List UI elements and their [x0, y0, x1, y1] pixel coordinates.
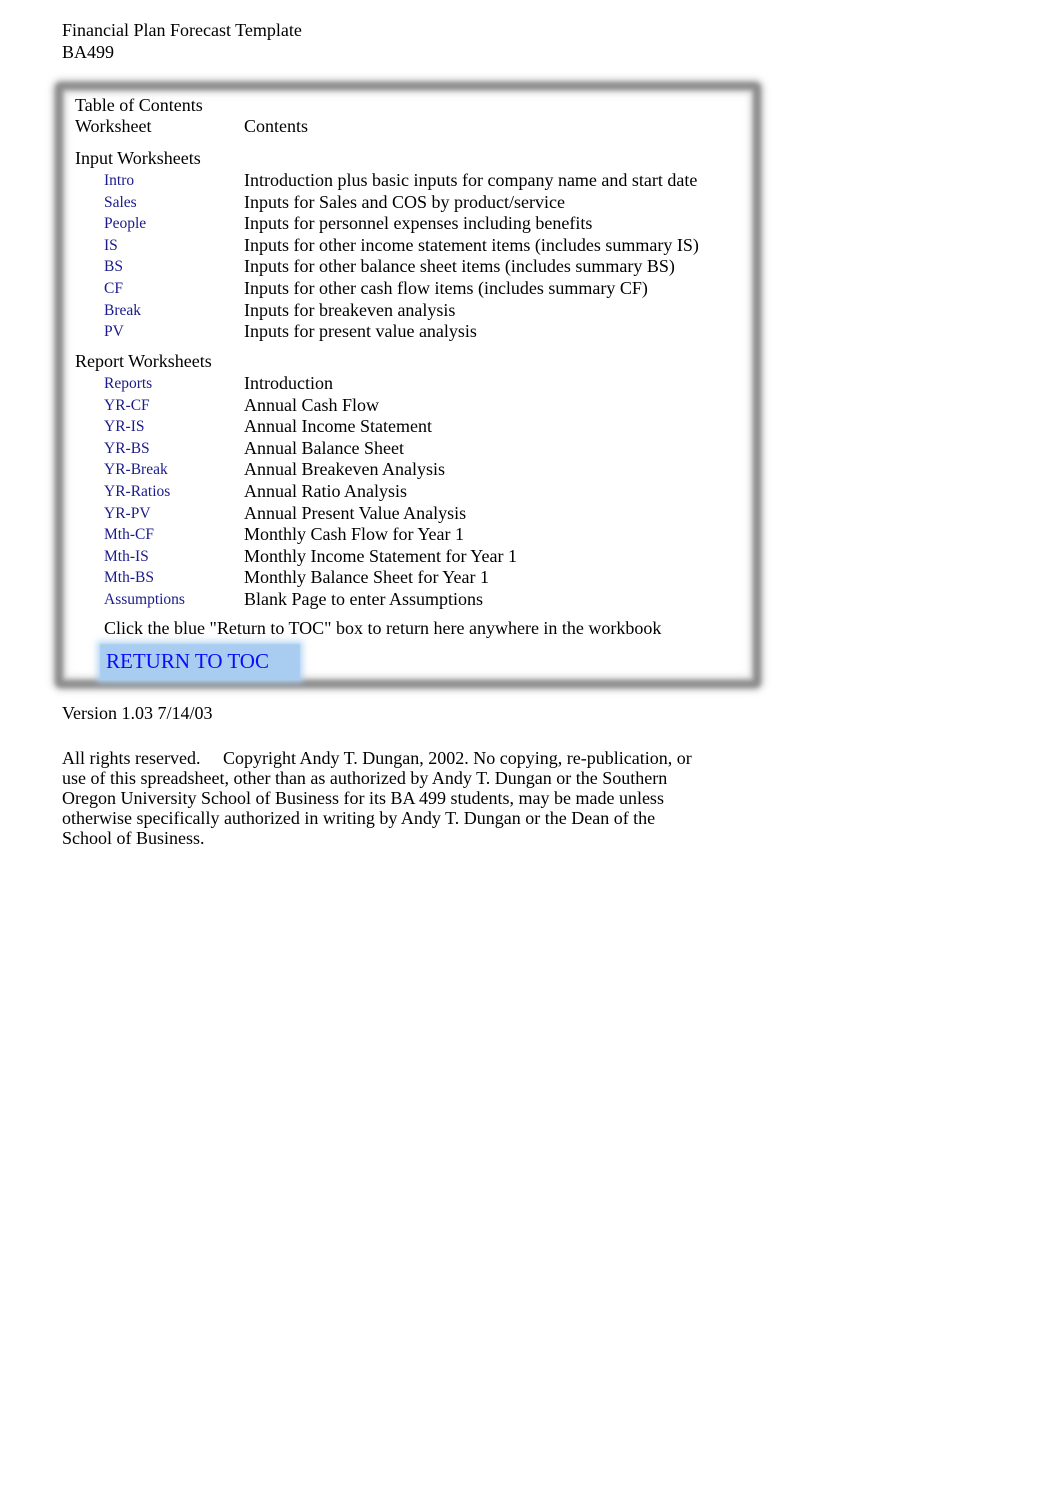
- worksheet-description: Inputs for Sales and COS by product/serv…: [244, 191, 565, 212]
- worksheet-description: Inputs for present value analysis: [244, 321, 477, 342]
- worksheet-description: Monthly Balance Sheet for Year 1: [244, 567, 489, 588]
- worksheet-description: Annual Cash Flow: [244, 394, 379, 415]
- worksheet-description: Annual Income Statement: [244, 416, 432, 437]
- worksheet-link-bs[interactable]: BS: [100, 257, 137, 282]
- worksheet-link-mth-cf[interactable]: Mth-CF: [100, 525, 168, 550]
- worksheet-link-sales[interactable]: Sales: [100, 192, 151, 217]
- worksheet-description: Annual Balance Sheet: [244, 437, 404, 458]
- worksheet-description: Blank Page to enter Assumptions: [244, 589, 483, 609]
- worksheet-link-assumptions[interactable]: Assumptions: [100, 590, 199, 614]
- worksheet-description: Introduction plus basic inputs for compa…: [244, 170, 698, 190]
- worksheet-link-yr-cf[interactable]: YR-CF: [100, 395, 164, 420]
- worksheet-description: Inputs for other balance sheet items (in…: [244, 256, 675, 277]
- worksheet-link-break[interactable]: Break: [99, 300, 156, 325]
- worksheet-link-yr-ratios[interactable]: YR-Ratios: [99, 482, 185, 506]
- return-instruction: Click the blue "Return to TOC" box to re…: [104, 618, 662, 638]
- worksheet-link-yr-pv[interactable]: YR-PV: [100, 503, 164, 528]
- worksheet-description: Annual Present Value Analysis: [244, 502, 467, 523]
- worksheet-link-mth-bs[interactable]: Mth-BS: [100, 568, 168, 593]
- worksheet-description: Inputs for personnel expenses including …: [244, 213, 593, 234]
- version-text: Version 1.03 7/14/03: [62, 703, 213, 723]
- worksheet-description: Annual Ratio Analysis: [244, 481, 407, 501]
- copyright-notice: All rights reserved. Copyright Andy T. D…: [62, 748, 697, 848]
- worksheet-description: Inputs for other cash flow items (includ…: [244, 278, 648, 298]
- worksheet-link-people[interactable]: People: [99, 214, 161, 239]
- column-header-worksheet: Worksheet: [75, 116, 152, 136]
- column-header-contents: Contents: [244, 116, 309, 136]
- worksheet-description: Monthly Income Statement for Year 1: [244, 545, 517, 566]
- section-label-report: Report Worksheets: [75, 351, 212, 371]
- worksheet-link-is[interactable]: IS: [100, 235, 132, 260]
- worksheet-description: Annual Breakeven Analysis: [244, 459, 445, 480]
- worksheet-link-reports[interactable]: Reports: [99, 374, 167, 398]
- worksheet-link-cf[interactable]: CF: [100, 279, 137, 303]
- toc-heading: Table of Contents: [75, 95, 203, 115]
- worksheet-link-intro[interactable]: Intro: [99, 171, 149, 195]
- worksheet-description: Introduction: [244, 373, 333, 393]
- worksheet-link-yr-bs[interactable]: YR-BS: [100, 438, 164, 463]
- return-to-toc-label[interactable]: RETURN TO TOC: [106, 648, 269, 674]
- worksheet-link-pv[interactable]: PV: [100, 322, 138, 347]
- worksheet-link-yr-is[interactable]: YR-IS: [99, 417, 160, 442]
- worksheet-description: Inputs for breakeven analysis: [244, 299, 456, 320]
- worksheet-link-mth-is[interactable]: Mth-IS: [100, 546, 163, 571]
- section-label-input: Input Worksheets: [75, 148, 201, 168]
- worksheet-description: Monthly Cash Flow for Year 1: [244, 524, 465, 545]
- worksheet-link-yr-break[interactable]: YR-Break: [100, 460, 182, 485]
- worksheet-description: Inputs for other income statement items …: [244, 234, 699, 255]
